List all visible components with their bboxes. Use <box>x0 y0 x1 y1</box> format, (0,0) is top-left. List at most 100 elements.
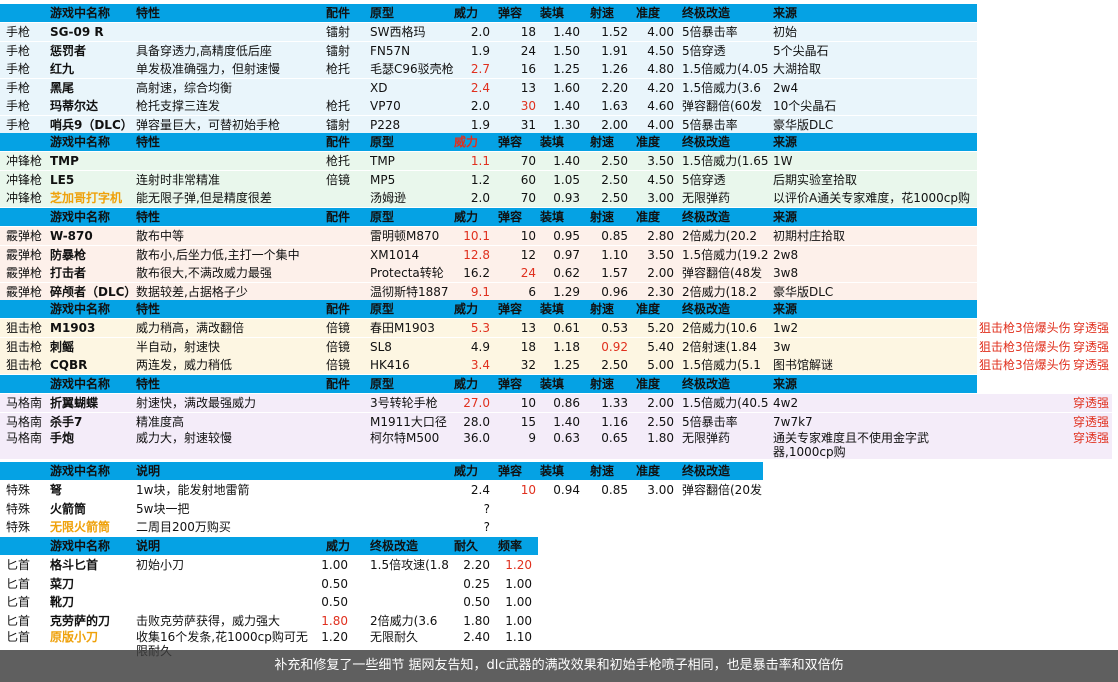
column-header: 游戏中名称 <box>50 210 111 224</box>
pistol-cap-cell: 31 <box>520 117 536 132</box>
shotgun-row: 霰弹枪 防暴枪 散布小,后坐力低,主打一个集中 XM1014 12.8 12 0.97 1.1… <box>0 245 977 264</box>
sniper-power-cell: 3.4 <box>470 358 490 372</box>
shotgun-ult-cell: 弹容翻倍(48发 <box>682 266 762 280</box>
knife-freq-cell: 1.20 <box>505 558 532 572</box>
knife-row: 匕首 格斗匕首 初始小刀 1.00 1.5倍攻速(1.8 2.20 1.20 <box>0 556 538 574</box>
smg-desc-cell: 连射时非常精准 <box>136 172 221 187</box>
knife-type-cell: 匕首 <box>6 576 31 591</box>
pistol-power-cell: 1.9 <box>470 117 490 132</box>
magnum-proto-cell: M1911大口径 <box>370 414 447 429</box>
smg-reload-cell: 1.05 <box>553 172 580 187</box>
shotgun-header-row: 游戏中名称 特性 配件 原型 威力 弹容 装填 射速 准度 终极改造 来源 <box>0 208 977 226</box>
knife-name-cell: 克劳萨的刀 <box>50 613 111 628</box>
pistol-reload-cell: 1.40 <box>553 99 580 113</box>
pistol-acc-cell: 4.50 <box>647 43 674 58</box>
knife-desc-cell <box>136 575 316 593</box>
pistol-cap-cell: 18 <box>520 25 536 39</box>
column-header: 频率 <box>498 539 523 553</box>
shotgun-part-cell <box>326 264 366 282</box>
magnum-name-cell: 折翼蝴蝶 <box>50 396 99 410</box>
special-cap-cell <box>494 500 536 518</box>
sniper-ult-cell: 1.5倍威力(5.1 <box>682 358 761 372</box>
special-rate-cell <box>590 500 628 518</box>
smg-ult-cell: 1.5倍威力(1.65 <box>682 154 768 168</box>
shotgun-desc-cell: 散布小,后坐力低,主打一个集中 <box>136 247 300 262</box>
column-header: 射速 <box>590 135 615 149</box>
pistol-part-cell: 镭射 <box>326 43 351 58</box>
column-header: 原型 <box>370 302 395 316</box>
pistol-proto-cell: VP70 <box>370 99 401 113</box>
shotgun-proto-cell: XM1014 <box>370 247 420 262</box>
pistol-rate-cell: 2.00 <box>601 117 628 132</box>
smg-name-cell: LE5 <box>50 172 75 187</box>
magnum-proto-cell: 3号转轮手枪 <box>370 396 438 410</box>
special-rate-cell <box>590 518 628 536</box>
pistol-ult-cell: 5倍暴击率 <box>682 25 738 39</box>
sniper-part-cell: 倍镜 <box>326 339 351 354</box>
knife-type-cell: 匕首 <box>6 558 31 572</box>
column-header: 来源 <box>773 210 798 224</box>
knife-name-cell: 菜刀 <box>50 576 75 591</box>
smg-acc-cell: 3.50 <box>647 154 674 168</box>
pistol-ult-cell: 5倍暴击率 <box>682 117 738 132</box>
pistol-rate-cell: 2.20 <box>601 80 628 95</box>
sniper-ult-cell: 2倍射速(1.84 <box>682 339 758 354</box>
shotgun-type-cell: 霰弹枪 <box>6 266 43 280</box>
column-header: 弹容 <box>498 135 523 149</box>
smg-header-row: 游戏中名称 特性 配件 原型 威力 弹容 装填 射速 准度 终极改造 来源 <box>0 133 977 151</box>
knife-power-cell: 0.50 <box>321 595 348 609</box>
sniper-name-cell: 刺鳐 <box>50 339 75 354</box>
smg-desc-cell <box>136 152 324 170</box>
magnum-reload-cell: 1.40 <box>553 414 580 429</box>
shotgun-acc-cell: 2.30 <box>647 284 674 299</box>
smg-proto-cell: TMP <box>370 154 395 168</box>
sniper-reload-cell: 0.61 <box>553 321 580 335</box>
shotgun-reload-cell: 1.29 <box>553 284 580 299</box>
smg-type-cell: 冲锋枪 <box>6 191 43 205</box>
pistol-part-cell <box>326 79 366 97</box>
magnum-type-cell: 马格南 <box>6 431 43 445</box>
pistol-power-cell: 2.0 <box>470 25 490 39</box>
smg-type-cell: 冲锋枪 <box>6 172 43 187</box>
pistol-type-cell: 手枪 <box>6 80 31 95</box>
note-cell: 狙击枪3倍爆头伤 <box>979 321 1071 335</box>
sniper-row: 狙击枪 M1903 威力稍高，满改翻倍 倍镜 春田M1903 5.3 13 0.61 0.53 5… <box>0 319 1109 337</box>
column-header: 配件 <box>326 302 351 316</box>
magnum-reload-cell: 0.63 <box>553 431 580 445</box>
special-name-cell: 火箭筒 <box>50 501 87 516</box>
sniper-cap-cell: 32 <box>520 358 536 372</box>
sniper-row: 狙击枪 CQBR 两连发，威力稍低 倍镜 HK416 3.4 32 1.25 2.50 5.00 1… <box>0 356 1109 374</box>
special-rate-cell: 0.85 <box>601 483 628 497</box>
special-type-cell: 特殊 <box>6 501 31 516</box>
shotgun-ult-cell: 2倍威力(20.2 <box>682 229 758 243</box>
column-header: 终极改造 <box>682 210 731 224</box>
magnum-proto-cell: 柯尔特M500 <box>370 431 440 445</box>
column-header: 装填 <box>540 135 565 149</box>
column-header: 来源 <box>773 6 798 20</box>
special-desc-cell: 1w块，能发射地雷箭 <box>136 483 250 497</box>
knife-ult-cell: 1.5倍攻速(1.8 <box>370 558 449 572</box>
column-header: 准度 <box>636 6 661 20</box>
column-header: 威力 <box>454 302 479 316</box>
pistol-ult-cell: 5倍穿透 <box>682 43 726 58</box>
sniper-rate-cell: 2.50 <box>601 358 628 372</box>
magnum-acc-cell: 2.50 <box>647 414 674 429</box>
note-cell: 狙击枪3倍爆头伤 <box>979 339 1071 354</box>
pistol-proto-cell: 毛瑟C96驳壳枪 <box>370 62 454 76</box>
pistol-part-cell: 枪托 <box>326 62 351 76</box>
column-header: 弹容 <box>498 464 523 478</box>
sniper-acc-cell: 5.20 <box>647 321 674 335</box>
magnum-cap-cell: 9 <box>528 431 536 445</box>
pistol-acc-cell: 4.20 <box>647 80 674 95</box>
special-type-cell: 特殊 <box>6 483 31 497</box>
column-header: 准度 <box>636 210 661 224</box>
magnum-acc-cell: 2.00 <box>647 396 674 410</box>
pistol-type-cell: 手枪 <box>6 25 31 39</box>
column-header: 游戏中名称 <box>50 302 111 316</box>
column-header: 原型 <box>370 135 395 149</box>
sniper-proto-cell: 春田M1903 <box>370 321 435 335</box>
magnum-cap-cell: 15 <box>520 414 536 429</box>
special-power-cell: ? <box>483 501 490 516</box>
magnum-name-cell: 杀手7 <box>50 414 83 429</box>
pistol-row: 手枪 惩罚者 具备穿透力,高精度低后座 镭射 FN57N 1.9 24 1.50 1.91 4.5… <box>0 41 977 60</box>
